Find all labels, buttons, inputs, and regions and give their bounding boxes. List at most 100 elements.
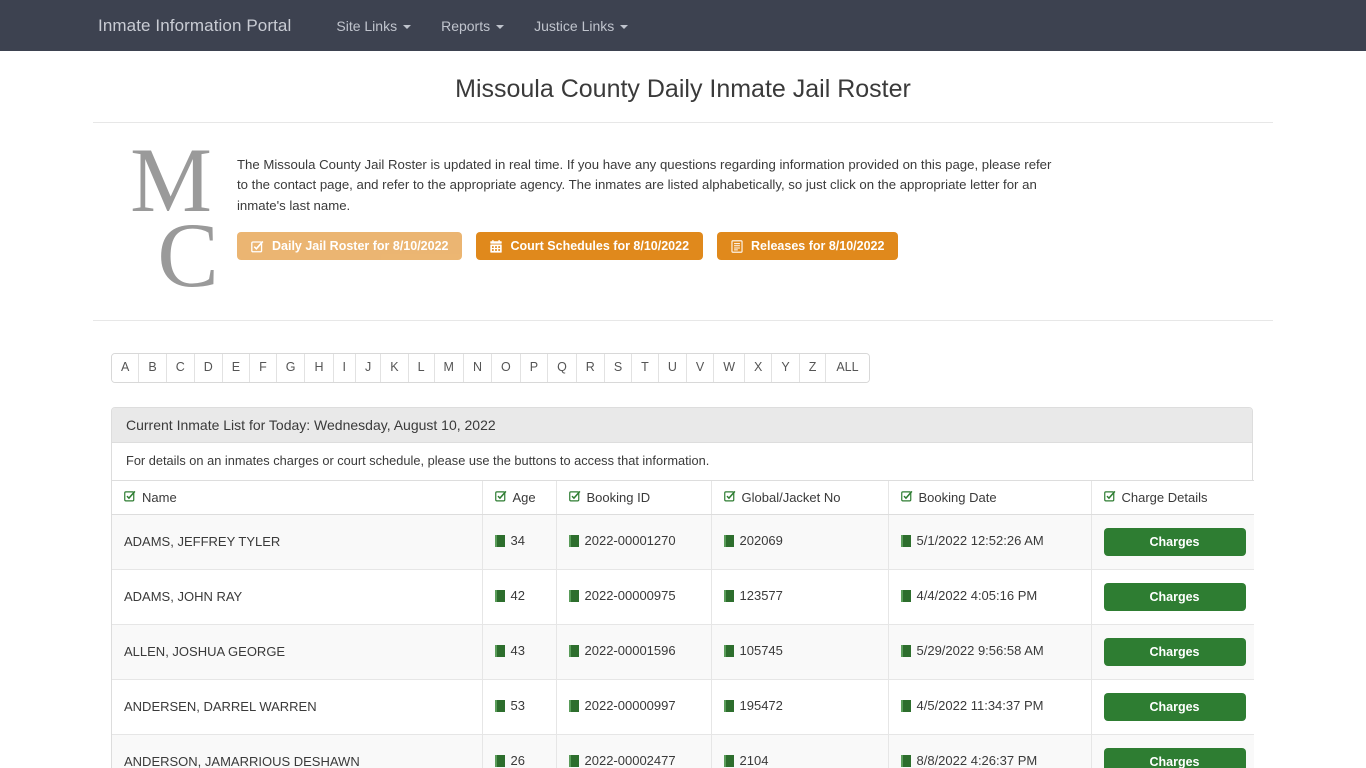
cell-booking-date: 5/1/2022 12:52:26 AM [887,514,1091,570]
column-header-global-jacket-no[interactable]: Global/Jacket No [710,479,888,515]
charges-button[interactable]: Charges [1103,637,1246,666]
column-header-age[interactable]: Age [481,479,556,515]
table-row: ALLEN, JOSHUA GEORGE 43 2022-00001596 10574… [112,624,1254,680]
check-square-icon [900,490,913,505]
alpha-filter-v[interactable]: V [686,353,715,382]
intro-paragraph: The Missoula County Jail Roster is updat… [237,157,1052,213]
alpha-filter-i[interactable]: I [333,353,356,382]
cell-charge-details: Charges [1090,569,1254,625]
nav-item-reports[interactable]: Reports [426,10,519,42]
alpha-filter-r[interactable]: R [576,353,605,382]
alpha-filter-x[interactable]: X [745,353,773,382]
alpha-filter-e[interactable]: E [222,353,251,382]
alpha-filter-y[interactable]: Y [772,353,800,382]
cell-value: 8/8/2022 4:26:37 PM [916,753,1038,768]
table-header: Name Age Booking ID Global/Jacket No Boo… [112,479,1254,515]
table-body: ADAMS, JEFFREY TYLER 34 2022-00001270 20206… [112,514,1254,768]
book-icon [494,699,505,712]
cell-age: 43 [481,624,556,680]
nav-item-justice-links[interactable]: Justice Links [519,10,643,42]
cell-global-no: 2104 [710,734,888,768]
cell-value: 123577 [739,588,783,604]
alpha-filter-o[interactable]: O [491,353,521,382]
chevron-down-icon [496,24,505,29]
alpha-filter-h[interactable]: H [305,353,334,382]
mc-monogram-icon: M C [123,134,219,302]
column-header-label: Age [512,489,536,505]
cell-charge-details: Charges [1090,679,1254,735]
cell-booking-id: 2022-00000975 [555,569,711,625]
cell-value: 2022-00000997 [584,698,676,714]
table-row: ANDERSEN, DARREL WARREN 53 2022-00000997 19… [112,679,1254,735]
cell-booking-id: 2022-00002477 [555,734,711,768]
alpha-filter-s[interactable]: S [604,353,633,382]
column-header-label: Name [142,489,177,505]
inmate-list-panel: Current Inmate List for Today: Wednesday… [111,406,1254,768]
cell-name: ALLEN, JOSHUA GEORGE [112,624,482,680]
table-row: ADAMS, JOHN RAY 42 2022-00000975 123577 4/4/… [112,569,1254,625]
cell-value: 4/4/2022 4:05:16 PM [916,588,1038,604]
cell-booking-date: 4/4/2022 4:05:16 PM [887,569,1091,625]
daily-jail-roster-button[interactable]: Daily Jail Roster for 8/10/2022 [237,232,463,261]
cell-value: 53 [510,698,525,714]
list-alt-icon [731,240,743,253]
charges-button[interactable]: Charges [1103,582,1246,611]
nav-item-label: Reports [441,17,491,34]
alpha-filter-g[interactable]: G [276,353,306,382]
book-icon [494,644,505,657]
top-navbar: Inmate Information Portal Site Links Rep… [0,0,1366,51]
column-header-charge-details[interactable]: Charge Details [1090,479,1254,515]
cell-charge-details: Charges [1090,624,1254,680]
alpha-filter-d[interactable]: D [194,353,223,382]
alpha-filter-k[interactable]: K [381,353,409,382]
cell-booking-id: 2022-00001270 [555,514,711,570]
book-icon [568,754,579,767]
chevron-down-icon [403,24,412,29]
inmate-roster-table: Name Age Booking ID Global/Jacket No Boo… [112,479,1254,768]
action-button-row: Daily Jail Roster for 8/10/2022 Court Sc… [237,232,1273,261]
column-header-name[interactable]: Name [112,479,482,515]
book-icon [568,699,579,712]
charges-button[interactable]: Charges [1103,527,1246,556]
cell-age: 34 [481,514,556,570]
cell-charge-details: Charges [1090,734,1254,768]
alpha-filter-b[interactable]: B [139,353,167,382]
alpha-filter-n[interactable]: N [463,353,492,382]
alpha-filter-p[interactable]: P [520,353,549,382]
alpha-filter-l[interactable]: L [408,353,435,382]
book-icon [568,589,579,602]
cell-value: 2022-00000975 [584,588,676,604]
cell-value: 26 [510,753,525,768]
alpha-filter-c[interactable]: C [166,353,195,382]
column-header-booking-id[interactable]: Booking ID [555,479,711,515]
intro-body: The Missoula County Jail Roster is updat… [237,141,1273,261]
charges-button[interactable]: Charges [1103,747,1246,768]
releases-button[interactable]: Releases for 8/10/2022 [717,232,899,261]
court-schedules-button[interactable]: Court Schedules for 8/10/2022 [476,232,704,261]
alpha-filter-t[interactable]: T [632,353,659,382]
brand-link[interactable]: Inmate Information Portal [98,16,291,36]
alpha-filter-f[interactable]: F [250,353,277,382]
book-icon [723,589,734,602]
nav-item-label: Site Links [336,17,398,34]
title-divider [93,122,1273,123]
page-title: Missoula County Daily Inmate Jail Roster [455,75,911,103]
cell-value: 5/1/2022 12:52:26 AM [916,533,1044,549]
cell-global-no: 123577 [710,569,888,625]
alpha-filter-z[interactable]: Z [799,353,827,382]
nav-item-site-links[interactable]: Site Links [321,10,426,42]
alpha-filter-q[interactable]: Q [548,353,577,382]
cell-booking-date: 5/29/2022 9:56:58 AM [887,624,1091,680]
alpha-filter-a[interactable]: A [112,353,140,382]
alpha-filter-u[interactable]: U [658,353,687,382]
alpha-filter-all[interactable]: ALL [826,353,869,382]
check-square-icon [251,240,264,253]
alpha-filter-w[interactable]: W [714,353,745,382]
charges-button[interactable]: Charges [1103,692,1246,721]
alpha-filter-m[interactable]: M [434,353,464,382]
alpha-filter-j[interactable]: J [355,353,382,382]
cell-name: ADAMS, JOHN RAY [112,569,482,625]
cell-age: 53 [481,679,556,735]
panel-heading: Current Inmate List for Today: Wednesday… [112,407,1252,443]
column-header-booking-date[interactable]: Booking Date [887,479,1091,515]
